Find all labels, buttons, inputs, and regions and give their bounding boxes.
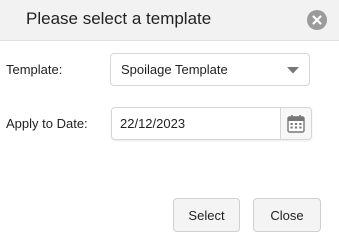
chevron-down-icon [287, 67, 299, 74]
template-dialog: Please select a template Template: Spoil… [0, 0, 339, 249]
dialog-header: Please select a template [0, 0, 339, 41]
dialog-title: Please select a template [26, 9, 212, 28]
template-select[interactable]: Spoilage Template [110, 53, 310, 86]
calendar-button[interactable] [280, 108, 311, 139]
apply-date-input[interactable] [112, 108, 280, 139]
apply-date-field [111, 107, 312, 140]
calendar-icon [287, 115, 305, 133]
template-label: Template: [6, 62, 63, 77]
select-button[interactable]: Select [173, 198, 240, 232]
template-select-value: Spoilage Template [121, 62, 228, 77]
close-icon[interactable] [307, 10, 327, 30]
close-x-glyph [312, 15, 322, 25]
close-button[interactable]: Close [253, 198, 321, 232]
apply-date-label: Apply to Date: [6, 116, 88, 131]
